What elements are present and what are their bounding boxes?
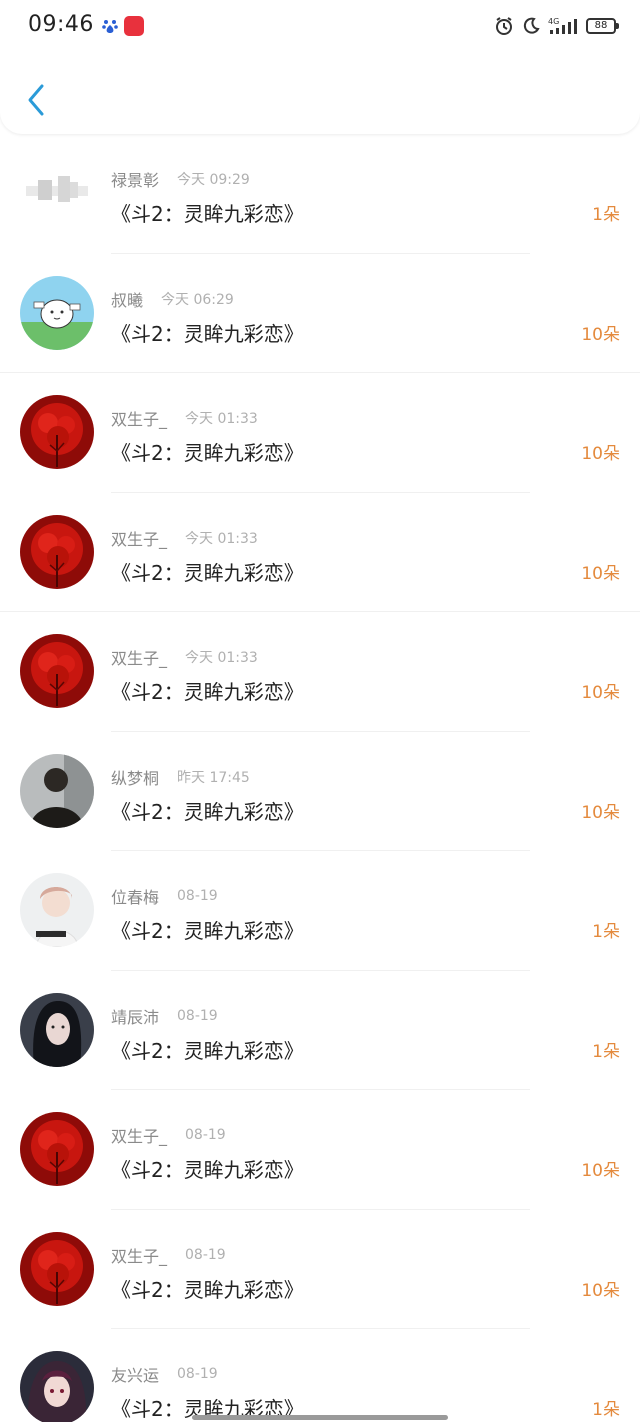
- gift-count: 10朵: [581, 1280, 620, 1301]
- red-app-icon: [124, 16, 144, 36]
- user-name[interactable]: 叔曦: [111, 287, 143, 311]
- gift-count: 10朵: [581, 324, 620, 345]
- book-title: 《斗2：灵眸九彩恋》: [111, 1158, 304, 1182]
- moon-icon: [522, 17, 540, 35]
- user-name[interactable]: 双生子_: [111, 1123, 167, 1147]
- signal-icon: 4G: [548, 16, 578, 36]
- gift-count: 10朵: [581, 444, 620, 464]
- gift-row[interactable]: 靖辰沛 08-19 《斗2：灵眸九彩恋》 1朵: [0, 971, 640, 1090]
- user-avatar[interactable]: [20, 992, 94, 1067]
- gift-row[interactable]: 纵梦桐 昨天 17:45 《斗2：灵眸九彩恋》 10朵: [0, 732, 640, 851]
- gift-count: 1朵: [592, 1041, 620, 1062]
- user-avatar[interactable]: [20, 156, 94, 230]
- gift-count: 10朵: [581, 802, 620, 823]
- gift-time: 今天 09:29: [177, 172, 250, 188]
- book-title: 《斗2：灵眸九彩恋》: [111, 1277, 304, 1302]
- gift-list: 禄景彰 今天 09:29 《斗2：灵眸九彩恋》 1朵 叔曦 今天 06:29 《斗2：灵眸九…: [0, 134, 640, 1422]
- gift-time: 昨天 17:45: [177, 769, 250, 786]
- gift-row[interactable]: 双生子_ 08-19 《斗2：灵眸九彩恋》 10朵: [0, 1210, 640, 1329]
- book-title: 《斗2：灵眸九彩恋》: [111, 1038, 304, 1063]
- user-avatar[interactable]: [20, 1112, 94, 1186]
- home-indicator: [192, 1415, 448, 1420]
- user-avatar[interactable]: [20, 395, 94, 469]
- gift-time: 08-19: [177, 1007, 218, 1024]
- name-line: 双生子_ 今天 01:33: [111, 527, 258, 549]
- name-line: 位春梅 08-19: [111, 885, 218, 907]
- back-button[interactable]: [16, 78, 56, 122]
- gift-time: 08-19: [177, 888, 218, 904]
- name-line: 双生子_ 今天 01:33: [111, 407, 258, 429]
- gift-time: 08-19: [177, 1366, 218, 1382]
- user-avatar[interactable]: [20, 873, 94, 947]
- gift-count: 1朵: [592, 205, 620, 225]
- gift-time: 今天 06:29: [161, 291, 234, 308]
- status-bar: 09:46 4G 88: [0, 0, 640, 54]
- gift-count: 10朵: [581, 1161, 620, 1181]
- user-avatar[interactable]: [20, 275, 94, 350]
- user-name[interactable]: 纵梦桐: [111, 765, 159, 789]
- alarm-icon: [494, 16, 514, 36]
- user-name[interactable]: 双生子_: [111, 645, 167, 669]
- name-line: 双生子_ 08-19: [111, 1124, 226, 1146]
- name-line: 叔曦 今天 06:29: [111, 288, 234, 310]
- status-indicators: 4G 88: [494, 14, 619, 38]
- status-time: 09:46: [28, 12, 94, 37]
- baidu-app-icon: [100, 16, 120, 36]
- gift-list-screen: 09:46 4G 88 禄景彰 今天 09:29 《斗2：灵眸九彩恋》 1朵 叔…: [0, 0, 640, 1422]
- gift-row[interactable]: 禄景彰 今天 09:29 《斗2：灵眸九彩恋》 1朵: [0, 134, 640, 254]
- gift-time: 今天 01:33: [185, 530, 258, 547]
- user-name[interactable]: 双生子_: [111, 1243, 167, 1267]
- gift-time: 今天 01:33: [185, 411, 258, 427]
- user-name[interactable]: 位春梅: [111, 884, 159, 908]
- user-avatar[interactable]: [20, 753, 94, 828]
- book-title: 《斗2：灵眸九彩恋》: [111, 680, 304, 704]
- chevron-left-icon: [28, 84, 44, 116]
- gift-time: 08-19: [185, 1127, 226, 1143]
- name-line: 双生子_ 08-19: [111, 1244, 226, 1266]
- gift-time: 今天 01:33: [185, 650, 258, 666]
- name-line: 靖辰沛 08-19: [111, 1005, 218, 1027]
- book-title: 《斗2：灵眸九彩恋》: [111, 919, 304, 943]
- gift-count: 1朵: [592, 922, 620, 942]
- user-name[interactable]: 双生子_: [111, 406, 167, 430]
- book-title: 《斗2：灵眸九彩恋》: [111, 321, 304, 346]
- book-title: 《斗2：灵眸九彩恋》: [111, 799, 304, 824]
- name-line: 禄景彰 今天 09:29: [111, 168, 250, 190]
- gift-count: 10朵: [581, 563, 620, 584]
- book-title: 《斗2：灵眸九彩恋》: [111, 441, 304, 465]
- gift-row[interactable]: 双生子_ 08-19 《斗2：灵眸九彩恋》 10朵: [0, 1090, 640, 1210]
- top-bar: 09:46 4G 88: [0, 0, 640, 134]
- network-type: 4G: [548, 17, 559, 26]
- user-avatar[interactable]: [20, 1231, 94, 1306]
- gift-count: 10朵: [581, 683, 620, 703]
- user-name[interactable]: 靖辰沛: [111, 1004, 159, 1028]
- gift-row[interactable]: 位春梅 08-19 《斗2：灵眸九彩恋》 1朵: [0, 851, 640, 971]
- book-title: 《斗2：灵眸九彩恋》: [111, 202, 304, 226]
- gift-row[interactable]: 叔曦 今天 06:29 《斗2：灵眸九彩恋》 10朵: [0, 254, 640, 373]
- user-name[interactable]: 友兴运: [111, 1362, 159, 1386]
- book-title: 《斗2：灵眸九彩恋》: [111, 560, 304, 585]
- user-name[interactable]: 双生子_: [111, 526, 167, 550]
- gift-row[interactable]: 友兴运 08-19 《斗2：灵眸九彩恋》 1朵: [0, 1329, 640, 1422]
- user-avatar[interactable]: [20, 1351, 94, 1422]
- gift-row[interactable]: 双生子_ 今天 01:33 《斗2：灵眸九彩恋》 10朵: [0, 373, 640, 493]
- gift-row[interactable]: 双生子_ 今天 01:33 《斗2：灵眸九彩恋》 10朵: [0, 612, 640, 732]
- user-avatar[interactable]: [20, 514, 94, 589]
- gift-row[interactable]: 双生子_ 今天 01:33 《斗2：灵眸九彩恋》 10朵: [0, 493, 640, 612]
- name-line: 友兴运 08-19: [111, 1363, 218, 1385]
- gift-time: 08-19: [185, 1246, 226, 1263]
- name-line: 纵梦桐 昨天 17:45: [111, 766, 250, 788]
- user-name[interactable]: 禄景彰: [111, 167, 159, 191]
- gift-count: 1朵: [592, 1400, 620, 1420]
- user-avatar[interactable]: [20, 634, 94, 708]
- name-line: 双生子_ 今天 01:33: [111, 646, 258, 668]
- battery-icon: 88: [586, 18, 619, 34]
